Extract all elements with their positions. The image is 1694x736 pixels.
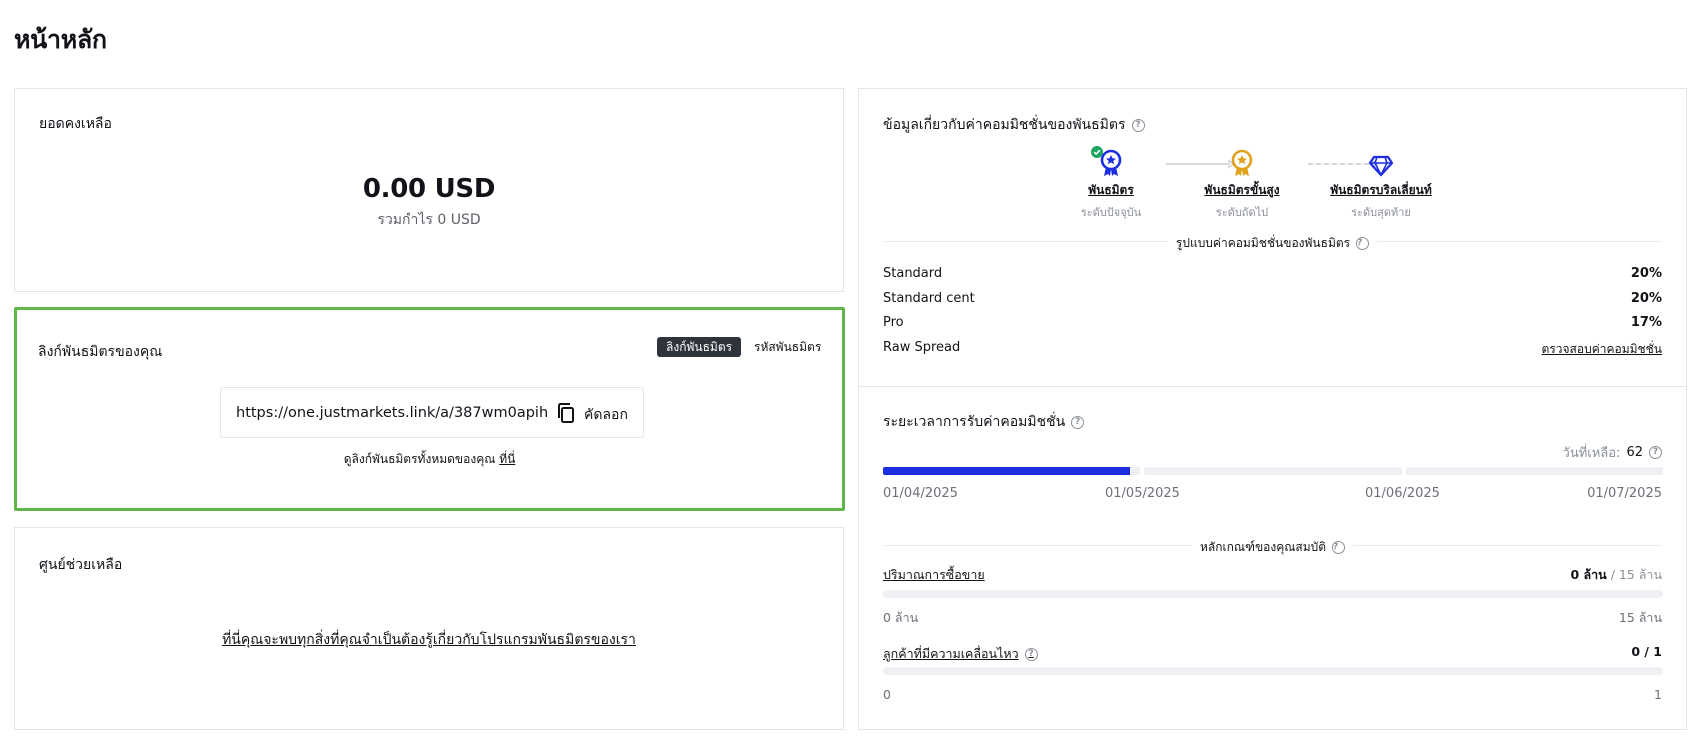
affiliate-link-title: ลิงก์พันธมิตรของคุณ	[38, 344, 163, 360]
rate-account: Standard	[883, 266, 943, 281]
rates-title: รูปแบบค่าคอมมิชชั่นของพันธมิตร?	[859, 234, 1686, 253]
affiliate-link-url[interactable]: https://one.justmarkets.link/a/387wm0api…	[236, 405, 548, 421]
timeline-segment	[1144, 467, 1402, 475]
volume-max: 15 ล้าน	[1618, 610, 1662, 625]
volume-min: 0 ล้าน	[883, 610, 919, 625]
active-clients-value: 0 / 1	[1631, 644, 1662, 659]
balance-card: ยอดคงเหลือ 0.00 USD รวมกำไร 0 USD	[14, 88, 844, 292]
all-links-note: ดูลิงก์พันธมิตรทั้งหมดของคุณ ที่นี่	[17, 450, 842, 469]
days-left-value: 62	[1626, 445, 1643, 460]
rate-value: 17%	[1630, 315, 1662, 330]
active-clients-bar-ends: 0 1	[883, 687, 1662, 702]
timeline-date: 01/04/2025	[883, 486, 958, 501]
days-left-label: วันที่เหลือ:	[1562, 446, 1621, 461]
timeline-date: 01/05/2025	[1105, 486, 1180, 501]
period-timeline	[883, 467, 1663, 475]
level-partner-name[interactable]: พันธมิตร	[1046, 181, 1176, 200]
level-brilliant-icon-wrap	[1316, 149, 1446, 177]
timeline-segment	[1405, 467, 1663, 475]
level-partner-status: ระดับปัจจุบัน	[1080, 206, 1142, 219]
rate-row: Raw Spread ตรวจสอบค่าคอมมิชชั่น	[883, 340, 1662, 360]
copy-icon[interactable]	[556, 402, 576, 424]
rates-title-text: รูปแบบค่าคอมมิชชั่นของพันธมิตร	[1175, 236, 1351, 250]
volume-current: 0 ล้าน	[1570, 567, 1607, 582]
active-clients-label[interactable]: ลูกค้าที่มีความเคลื่อนไหว ?	[883, 644, 1038, 664]
active-clients-progress-bar	[883, 667, 1663, 675]
diamond-icon	[1368, 155, 1394, 177]
volume-progress-bar	[883, 590, 1663, 598]
balance-title: ยอดคงเหลือ	[39, 116, 112, 132]
level-brilliant-status: ระดับสุดท้าย	[1351, 206, 1411, 219]
level-advanced: พันธมิตรขั้นสูง ระดับถัดไป	[1177, 149, 1307, 221]
criteria-title-text: หลักเกณฑ์ของคุณสมบัติ	[1199, 540, 1327, 554]
rate-row: Standard cent 20%	[883, 291, 1662, 311]
tab-affiliate-code[interactable]: รหัสพันธมิตร	[750, 337, 825, 357]
help-icon[interactable]: ?	[1024, 647, 1038, 661]
help-center-link[interactable]: ที่นี่คุณจะพบทุกสิ่งที่คุณจำเป็นต้องรู้เ…	[15, 629, 843, 651]
section-separator	[859, 386, 1686, 387]
total-profit: รวมกำไร 0 USD	[377, 212, 481, 228]
active-clients-max: 1	[1654, 687, 1662, 702]
help-icon[interactable]: ?	[1332, 541, 1346, 554]
page-title: หน้าหลัก	[14, 25, 107, 54]
active-clients-row: ลูกค้าที่มีความเคลื่อนไหว ? 0 / 1	[883, 644, 1662, 664]
timeline-date: 01/06/2025	[1365, 486, 1440, 501]
rate-account: Standard cent	[883, 291, 975, 306]
period-title-text: ระยะเวลาการรับค่าคอมมิชชั่น	[883, 414, 1066, 430]
tab-affiliate-link[interactable]: ลิงก์พันธมิตร	[657, 337, 742, 357]
all-links-here-link[interactable]: ที่นี่	[499, 452, 515, 466]
copy-button[interactable]: คัดลอก	[584, 404, 628, 426]
check-commission-link[interactable]: ตรวจสอบค่าคอมมิชชั่น	[1542, 340, 1662, 360]
commission-info-title-text: ข้อมูลเกี่ยวกับค่าคอมมิชชั่นของพันธมิตร	[883, 117, 1126, 133]
volume-label[interactable]: ปริมาณการซื้อขาย	[883, 565, 985, 585]
affiliate-link-field[interactable]: https://one.justmarkets.link/a/387wm0api…	[220, 387, 644, 438]
rate-row: Pro 17%	[883, 315, 1662, 335]
volume-row: ปริมาณการซื้อขาย 0 ล้าน / 15 ล้าน	[883, 565, 1662, 585]
commission-card: ข้อมูลเกี่ยวกับค่าคอมมิชชั่นของพันธมิตร …	[858, 88, 1687, 730]
medal-icon	[1100, 149, 1122, 176]
level-advanced-status: ระดับถัดไป	[1215, 206, 1269, 219]
active-clients-min: 0	[883, 687, 891, 702]
help-icon[interactable]: ?	[1131, 118, 1145, 132]
timeline-segment	[883, 467, 1141, 475]
level-brilliant-name[interactable]: พันธมิตรบริลเลี่ยนท์	[1316, 181, 1446, 200]
help-icon[interactable]: ?	[1356, 237, 1370, 250]
criteria-title: หลักเกณฑ์ของคุณสมบัติ?	[859, 538, 1686, 557]
level-advanced-icon-wrap	[1177, 149, 1307, 177]
medal-icon	[1231, 149, 1253, 176]
active-clients-label-text[interactable]: ลูกค้าที่มีความเคลื่อนไหว	[883, 644, 1019, 664]
check-icon	[1091, 146, 1103, 158]
timeline-fill	[883, 467, 1131, 475]
help-center-title: ศูนย์ช่วยเหลือ	[39, 557, 123, 573]
balance-amount: 0.00 USD	[362, 174, 496, 204]
help-center-card: ศูนย์ช่วยเหลือ ที่นี่คุณจะพบทุกสิ่งที่คุ…	[14, 527, 844, 730]
level-partner: พันธมิตร ระดับปัจจุบัน	[1046, 146, 1176, 221]
level-partner-icon-wrap	[1046, 146, 1176, 177]
rate-account: Pro	[883, 315, 904, 330]
all-links-note-text: ดูลิงก์พันธมิตรทั้งหมดของคุณ	[343, 452, 496, 466]
level-brilliant: พันธมิตรบริลเลี่ยนท์ ระดับสุดท้าย	[1316, 149, 1446, 221]
help-icon[interactable]: ?	[1649, 446, 1662, 459]
rate-value: 20%	[1630, 291, 1662, 306]
days-left: วันที่เหลือ: 62 ?	[1563, 442, 1662, 463]
volume-bar-ends: 0 ล้าน 15 ล้าน	[883, 608, 1662, 628]
level-advanced-name[interactable]: พันธมิตรขั้นสูง	[1177, 181, 1307, 200]
affiliate-link-card: ลิงก์พันธมิตรของคุณ ลิงก์พันธมิตร รหัสพั…	[14, 307, 845, 511]
rate-value: 20%	[1630, 266, 1662, 281]
timeline-date: 01/07/2025	[1587, 486, 1662, 501]
rate-row: Standard 20%	[883, 266, 1662, 286]
commission-info-title: ข้อมูลเกี่ยวกับค่าคอมมิชชั่นของพันธมิตร …	[883, 114, 1145, 136]
volume-value: 0 ล้าน / 15 ล้าน	[1570, 565, 1662, 585]
volume-target: / 15 ล้าน	[1610, 567, 1662, 582]
period-title: ระยะเวลาการรับค่าคอมมิชชั่น ?	[883, 411, 1085, 433]
help-icon[interactable]: ?	[1071, 415, 1085, 429]
rate-account: Raw Spread	[883, 340, 961, 355]
